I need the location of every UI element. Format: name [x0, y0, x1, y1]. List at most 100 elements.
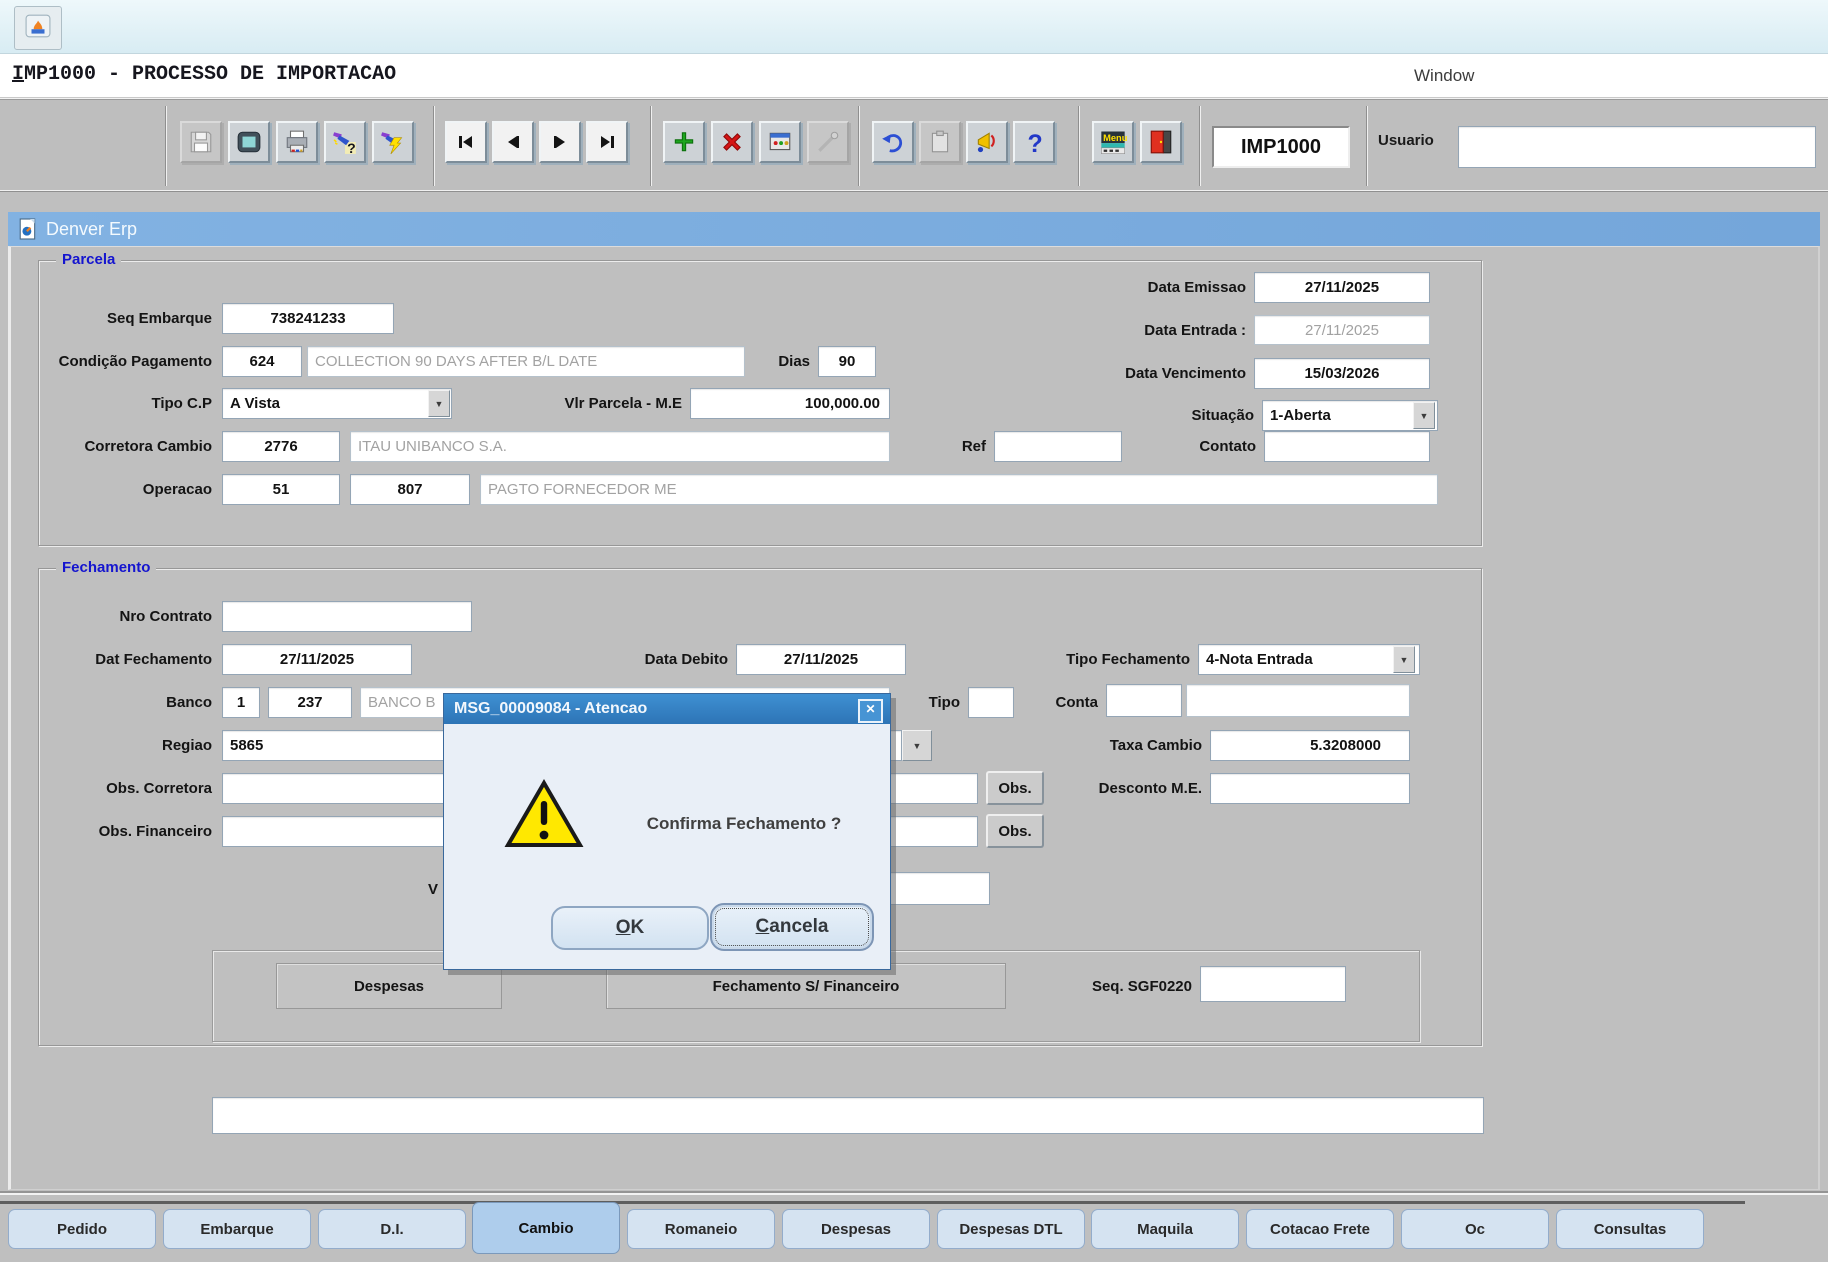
mdi-window-title: IMP1000 - PROCESSO DE IMPORTACAO — [12, 63, 396, 86]
dat-fechamento-input[interactable]: 27/11/2025 — [222, 644, 412, 675]
toolbar-separator — [1366, 106, 1368, 186]
dias-input[interactable]: 90 — [818, 346, 876, 377]
condicao-pagamento-code-input[interactable]: 624 — [222, 346, 302, 377]
svg-text:Menu: Menu — [1103, 133, 1127, 143]
tipo-cp-dropdown-icon[interactable]: ▼ — [428, 390, 450, 417]
banco-code1-input[interactable]: 1 — [222, 687, 260, 718]
desconto-me-label: Desconto M.E. — [1068, 780, 1202, 797]
module-code-box: IMP1000 — [1212, 126, 1350, 168]
dialog-titlebar[interactable]: MSG_00009084 - Atencao ✕ — [444, 694, 890, 724]
situacao-dropdown-icon[interactable]: ▼ — [1413, 402, 1435, 429]
last-record-icon — [595, 130, 619, 154]
app-icon-button[interactable] — [14, 6, 62, 50]
menu-icon: Menu — [1099, 128, 1127, 156]
erp-window-title: Denver Erp — [46, 219, 137, 240]
corretora-cambio-desc-field: ITAU UNIBANCO S.A. — [350, 431, 890, 462]
dialog-close-icon[interactable]: ✕ — [858, 699, 883, 723]
corretora-cambio-code-input[interactable]: 2776 — [222, 431, 340, 462]
data-emissao-input[interactable]: 27/11/2025 — [1254, 272, 1430, 303]
situacao-select[interactable]: 1-Aberta — [1262, 400, 1438, 431]
operacao-code2-input[interactable]: 807 — [350, 474, 470, 505]
print-button[interactable] — [276, 121, 318, 163]
execute-query-button[interactable] — [372, 121, 414, 163]
tab-cambio[interactable]: Cambio — [472, 1202, 620, 1254]
contato-input[interactable] — [1264, 431, 1430, 462]
dialog-title: MSG_00009084 - Atencao — [454, 700, 647, 718]
conta-desc-field — [1186, 684, 1410, 717]
tipo-fechamento-dropdown-icon[interactable]: ▼ — [1393, 646, 1415, 673]
banco-code2-input[interactable]: 237 — [268, 687, 352, 718]
nav-first-button[interactable] — [445, 121, 487, 163]
menu-button[interactable]: Menu — [1092, 121, 1134, 163]
obs-financeiro-button[interactable]: Obs. — [986, 814, 1044, 848]
nav-last-button[interactable] — [586, 121, 628, 163]
tab-pedido[interactable]: Pedido — [8, 1209, 156, 1249]
data-vencimento-label: Data Vencimento — [1078, 365, 1246, 382]
run-screen-button[interactable] — [228, 121, 270, 163]
enter-query-button[interactable]: ? — [324, 121, 366, 163]
nav-next-button[interactable] — [539, 121, 581, 163]
regiao-label: Regiao — [18, 737, 212, 754]
tabstrip-top-line — [0, 1201, 1745, 1204]
vlr-partial-label: V — [408, 881, 438, 898]
delete-record-button[interactable] — [711, 121, 753, 163]
tab-embarque[interactable]: Embarque — [163, 1209, 311, 1249]
seq-embarque-label: Seq Embarque — [18, 310, 212, 327]
condicao-pagamento-label: Condição Pagamento — [18, 353, 212, 370]
desconto-me-input[interactable] — [1210, 773, 1410, 804]
conta-label: Conta — [1044, 694, 1098, 711]
tipo-fechamento-select[interactable]: 4-Nota Entrada — [1198, 644, 1420, 675]
save-icon — [188, 129, 214, 155]
tab-consultas[interactable]: Consultas — [1556, 1209, 1704, 1249]
tab-despesas-dtl[interactable]: Despesas DTL — [937, 1209, 1085, 1249]
next-record-icon — [548, 130, 572, 154]
tab-oc[interactable]: Oc — [1401, 1209, 1549, 1249]
tab-despesas[interactable]: Despesas — [782, 1209, 930, 1249]
tipo-input[interactable] — [968, 687, 1014, 718]
first-record-icon — [454, 130, 478, 154]
ref-input[interactable] — [994, 431, 1122, 462]
seq-sgf0220-input[interactable] — [1200, 966, 1346, 1002]
dialog-message: Confirma Fechamento ? — [614, 814, 874, 834]
conta-input[interactable] — [1106, 684, 1182, 717]
tab-romaneio[interactable]: Romaneio — [627, 1209, 775, 1249]
tipo-cp-select[interactable]: A Vista — [222, 388, 452, 419]
green-plus-icon — [671, 129, 697, 155]
edit-window-button[interactable] — [759, 121, 801, 163]
nro-contrato-input[interactable] — [222, 601, 472, 632]
svg-text:?: ? — [347, 140, 356, 155]
menu-window[interactable]: Window — [1414, 66, 1474, 86]
prev-record-icon — [501, 130, 525, 154]
obs-corretora-label: Obs. Corretora — [18, 780, 212, 797]
contato-label: Contato — [1180, 438, 1256, 455]
data-vencimento-input[interactable]: 15/03/2026 — [1254, 358, 1430, 389]
tab-maquila[interactable]: Maquila — [1091, 1209, 1239, 1249]
exit-door-icon — [1148, 129, 1174, 155]
insert-record-button[interactable] — [663, 121, 705, 163]
toolbar-separator — [165, 106, 167, 186]
tab-cotacao-frete[interactable]: Cotacao Frete — [1246, 1209, 1394, 1249]
svg-text:?: ? — [1028, 130, 1043, 155]
usuario-input[interactable] — [1458, 126, 1816, 168]
help-button[interactable]: ? — [1013, 121, 1055, 163]
bottom-divider-light — [0, 1193, 1828, 1195]
seq-embarque-input[interactable]: 738241233 — [222, 303, 394, 334]
taxa-cambio-input[interactable]: 5.3208000 — [1210, 730, 1410, 761]
data-debito-input[interactable]: 27/11/2025 — [736, 644, 906, 675]
regiao-dropdown-icon[interactable]: ▼ — [902, 730, 932, 761]
save-button — [180, 121, 222, 163]
red-x-icon — [719, 129, 745, 155]
undo-button[interactable] — [872, 121, 914, 163]
ok-button[interactable]: OK — [551, 906, 709, 950]
exit-button[interactable] — [1140, 121, 1182, 163]
confirm-dialog: MSG_00009084 - Atencao ✕ Confirma Fecham… — [443, 693, 891, 970]
nav-prev-button[interactable] — [492, 121, 534, 163]
taxa-cambio-label: Taxa Cambio — [1084, 737, 1202, 754]
obs-corretora-button[interactable]: Obs. — [986, 771, 1044, 805]
tab-di[interactable]: D.I. — [318, 1209, 466, 1249]
vlr-parcela-input[interactable]: 100,000.00 — [690, 388, 890, 419]
broadcast-button[interactable] — [966, 121, 1008, 163]
cancel-button[interactable]: Cancela — [710, 903, 874, 951]
operacao-code1-input[interactable]: 51 — [222, 474, 340, 505]
toolbar-separator — [858, 106, 860, 186]
